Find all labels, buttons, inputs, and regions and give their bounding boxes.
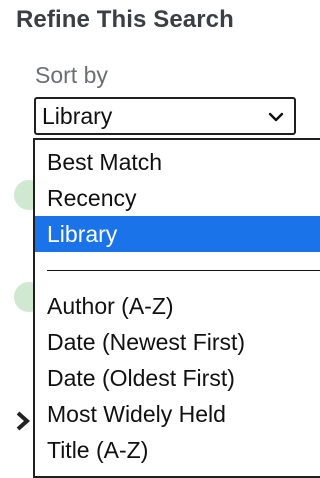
- option-separator: [35, 252, 320, 288]
- sort-option-author-az[interactable]: Author (A-Z): [35, 288, 320, 324]
- sort-select[interactable]: Library: [34, 97, 296, 135]
- sort-by-label: Sort by: [35, 62, 108, 88]
- chevron-right-icon[interactable]: [12, 410, 34, 432]
- chevron-down-icon: [268, 112, 284, 122]
- sort-option-title-az[interactable]: Title (A-Z): [35, 432, 320, 468]
- separator-line: [47, 270, 320, 271]
- sort-select-value: Library: [42, 102, 113, 129]
- sort-option-date-oldest[interactable]: Date (Oldest First): [35, 360, 320, 396]
- panel-title: Refine This Search: [16, 6, 234, 33]
- sort-option-date-newest[interactable]: Date (Newest First): [35, 324, 320, 360]
- sort-dropdown-list: Best Match Recency Library Author (A-Z) …: [33, 138, 320, 478]
- sort-option-library[interactable]: Library: [35, 216, 320, 252]
- sort-option-most-widely-held[interactable]: Most Widely Held: [35, 396, 320, 432]
- sort-option-best-match[interactable]: Best Match: [35, 144, 320, 180]
- sort-option-recency[interactable]: Recency: [35, 180, 320, 216]
